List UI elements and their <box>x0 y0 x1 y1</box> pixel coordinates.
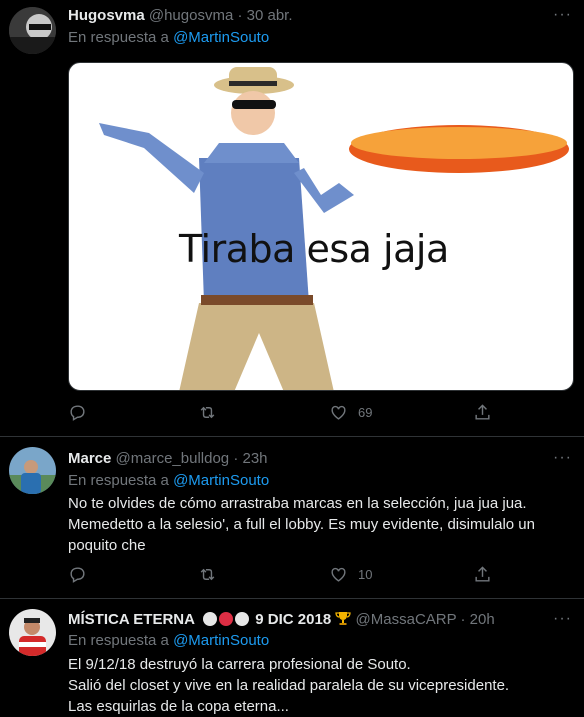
tweet-text: No te olvides de cómo arrastraba marcas … <box>68 495 535 554</box>
retweet-icon <box>200 568 215 581</box>
avatar[interactable] <box>9 609 56 656</box>
handle[interactable]: @MassaCARP <box>356 611 457 628</box>
tweet-header: MÍSTICA ETERNA 9 DIC 2018 @MassaCARP · 2… <box>68 610 495 632</box>
handle[interactable]: @hugosvma <box>149 7 233 24</box>
tweet-1[interactable]: Hugosvma @hugosvma · 30 abr. ··· En resp… <box>0 0 584 437</box>
reply-mention-link[interactable]: @MartinSouto <box>173 472 269 489</box>
tweet-header: Marce @marce_bulldog · 23h <box>68 449 268 469</box>
display-name[interactable]: Hugosvma <box>68 7 145 24</box>
tweet-actions: 69 <box>68 403 508 425</box>
media-caption-text: Tiraba esa jaja <box>179 227 449 271</box>
more-options-button[interactable]: ··· <box>553 450 572 466</box>
avatar[interactable] <box>9 447 56 494</box>
reply-button[interactable] <box>68 403 87 422</box>
tweet-3[interactable]: MÍSTICA ETERNA 9 DIC 2018 @MassaCARP · 2… <box>0 599 584 715</box>
like-count: 10 <box>358 567 373 582</box>
tweet-header: Hugosvma @hugosvma · 30 abr. <box>68 6 293 26</box>
name-emoji-white-circle-icon <box>203 612 218 626</box>
display-name[interactable]: MÍSTICA ETERNA <box>68 611 195 628</box>
more-options-button[interactable]: ··· <box>553 611 572 627</box>
like-count: 69 <box>358 405 373 420</box>
like-button[interactable]: 69 <box>329 403 372 422</box>
reply-context: En respuesta a @MartinSouto <box>68 471 269 491</box>
reply-context: En respuesta a @MartinSouto <box>68 631 269 651</box>
retweet-icon <box>200 406 215 419</box>
share-button[interactable] <box>473 565 492 584</box>
heart-icon <box>331 405 346 420</box>
timestamp[interactable]: · 23h <box>233 450 267 467</box>
reply-icon <box>70 405 85 421</box>
tweet-media-image[interactable]: Tiraba esa jaja <box>68 62 574 391</box>
reply-icon <box>70 567 85 583</box>
retweet-button[interactable] <box>198 403 217 422</box>
tweet-actions: 10 <box>68 565 508 587</box>
display-name[interactable]: Marce <box>68 450 111 467</box>
share-button[interactable] <box>473 403 492 422</box>
name-emoji-red-circle-icon <box>219 612 234 626</box>
share-icon <box>475 566 490 582</box>
handle[interactable]: @marce_bulldog <box>116 450 230 467</box>
timestamp[interactable]: · 30 abr. <box>237 7 292 24</box>
more-options-button[interactable]: ··· <box>553 7 572 23</box>
tweet-2[interactable]: Marce @marce_bulldog · 23h ··· En respue… <box>0 437 584 599</box>
reply-prefix: En respuesta a <box>68 632 169 649</box>
reply-mention-link[interactable]: @MartinSouto <box>173 29 269 46</box>
reply-context: En respuesta a @MartinSouto <box>68 28 269 48</box>
trophy-icon <box>335 610 352 632</box>
name-emoji-white-circle-icon <box>235 612 250 626</box>
like-button[interactable]: 10 <box>329 565 372 584</box>
reply-button[interactable] <box>68 565 87 584</box>
timestamp[interactable]: · 20h <box>461 611 495 628</box>
display-name-suffix[interactable]: 9 DIC 2018 <box>255 611 331 628</box>
reply-mention-link[interactable]: @MartinSouto <box>173 632 269 649</box>
heart-icon <box>331 567 346 582</box>
reply-prefix: En respuesta a <box>68 472 169 489</box>
reply-prefix: En respuesta a <box>68 29 169 46</box>
retweet-button[interactable] <box>198 565 217 584</box>
tweet-text: El 9/12/18 destruyó la carrera profesion… <box>68 656 510 715</box>
share-icon <box>475 404 490 420</box>
avatar[interactable] <box>9 7 56 54</box>
